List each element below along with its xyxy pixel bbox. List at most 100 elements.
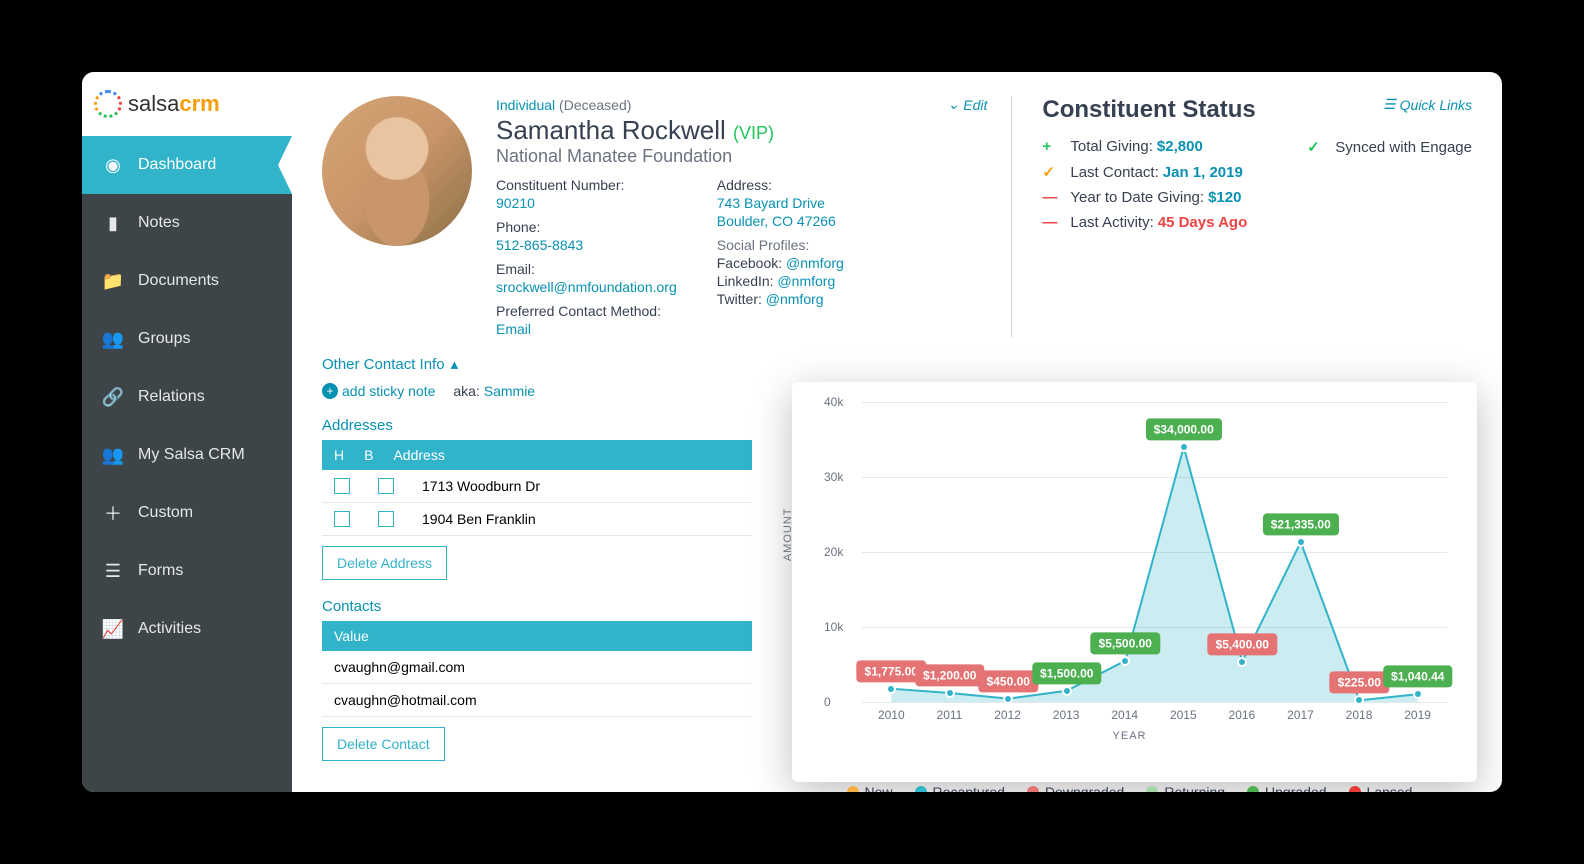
sidebar: salsacrm ◉Dashboard▮Notes📁Documents👥Grou… bbox=[82, 72, 292, 792]
legend-item[interactable]: Upgraded bbox=[1247, 784, 1327, 792]
y-tick: 10k bbox=[824, 620, 843, 634]
sidebar-item-groups[interactable]: 👥Groups bbox=[82, 310, 292, 368]
sidebar-item-relations[interactable]: 🔗Relations bbox=[82, 368, 292, 426]
sidebar-item-activities[interactable]: 📈Activities bbox=[82, 600, 292, 658]
main: ☰ Quick Links Individual (Deceased) ⌄ Ed… bbox=[292, 72, 1502, 792]
chart-legend: New Recaptured Downgraded Returning Upgraded… bbox=[812, 784, 1447, 792]
chart-label: $1,500.00 bbox=[1032, 662, 1101, 684]
logo-icon bbox=[94, 90, 122, 118]
legend-dot bbox=[915, 786, 927, 792]
legend-item[interactable]: Recaptured bbox=[915, 784, 1005, 792]
status-panel: Constituent Status +Total Giving:$2,800 … bbox=[1011, 96, 1472, 337]
chart-point[interactable] bbox=[1003, 694, 1013, 704]
checkbox[interactable] bbox=[334, 511, 350, 527]
group-icon: 👥 bbox=[102, 444, 124, 466]
legend-item[interactable]: Downgraded bbox=[1027, 784, 1124, 792]
edit-button[interactable]: ⌄ Edit bbox=[948, 96, 988, 113]
contacts-table: Value cvaughn@gmail.comcvaughn@hotmail.c… bbox=[322, 621, 752, 717]
quick-links-button[interactable]: ☰ Quick Links bbox=[1383, 96, 1472, 113]
legend-item[interactable]: New bbox=[847, 784, 893, 792]
chart-label: $5,500.00 bbox=[1091, 632, 1160, 654]
legend-dot bbox=[1349, 786, 1361, 792]
table-row: cvaughn@gmail.com bbox=[322, 651, 752, 684]
chart-point[interactable] bbox=[945, 688, 955, 698]
logo: salsacrm bbox=[82, 72, 292, 136]
chart-label: $1,040.44 bbox=[1383, 666, 1452, 688]
legend-item[interactable]: Returning bbox=[1146, 784, 1225, 792]
checkbox[interactable] bbox=[334, 478, 350, 494]
ytd-giving: —Year to Date Giving:$120 bbox=[1042, 189, 1247, 206]
checkbox[interactable] bbox=[378, 478, 394, 494]
address-line-1[interactable]: 743 Bayard Drive bbox=[717, 195, 844, 211]
chart-point[interactable] bbox=[1062, 686, 1072, 696]
table-row: cvaughn@hotmail.com bbox=[322, 684, 752, 717]
x-axis-label: YEAR bbox=[812, 730, 1447, 742]
addresses-table: H B Address 1713 Woodburn Dr1904 Ben Fra… bbox=[322, 440, 752, 536]
chart-point[interactable] bbox=[1237, 657, 1247, 667]
plus-circle-icon: + bbox=[322, 383, 338, 399]
twitter-link[interactable]: @nmforg bbox=[766, 291, 824, 307]
aka-value[interactable]: Sammie bbox=[484, 383, 535, 399]
chart-point[interactable] bbox=[1413, 689, 1423, 699]
avatar bbox=[322, 96, 472, 246]
constituent-number[interactable]: 90210 bbox=[496, 195, 677, 211]
nav-list: ◉Dashboard▮Notes📁Documents👥Groups🔗Relati… bbox=[82, 136, 292, 792]
contact-cell: cvaughn@gmail.com bbox=[334, 659, 465, 675]
addresses-header: H B Address bbox=[322, 440, 752, 470]
logo-text: salsacrm bbox=[128, 91, 220, 117]
pref-contact[interactable]: Email bbox=[496, 321, 677, 337]
address-line-2[interactable]: Boulder, CO 47266 bbox=[717, 213, 844, 229]
check-icon: ✓ bbox=[1042, 163, 1062, 181]
contact-col-1: Constituent Number: 90210 Phone: 512-865… bbox=[496, 177, 677, 337]
sidebar-item-forms[interactable]: ☰Forms bbox=[82, 542, 292, 600]
delete-contact-button[interactable]: Delete Contact bbox=[322, 727, 445, 761]
legend-item[interactable]: Lapsed bbox=[1349, 784, 1413, 792]
sidebar-item-my-salsa-crm[interactable]: 👥My Salsa CRM bbox=[82, 426, 292, 484]
contact-cell: cvaughn@hotmail.com bbox=[334, 692, 477, 708]
y-tick: 40k bbox=[824, 395, 843, 409]
x-axis: 2010201120122013201420152016201720182019 bbox=[862, 708, 1447, 722]
y-tick: 30k bbox=[824, 470, 843, 484]
notes-icon: ▮ bbox=[102, 212, 124, 234]
dashboard-icon: ◉ bbox=[102, 154, 124, 176]
delete-address-button[interactable]: Delete Address bbox=[322, 546, 447, 580]
link-icon: 🔗 bbox=[102, 386, 124, 408]
chevron-down-icon: ⌄ bbox=[948, 96, 960, 113]
chart-point[interactable] bbox=[1354, 695, 1364, 705]
total-giving: +Total Giving:$2,800 bbox=[1042, 138, 1247, 155]
chart-point[interactable] bbox=[886, 684, 896, 694]
phone-link[interactable]: 512-865-8843 bbox=[496, 237, 677, 253]
vip-badge: (VIP) bbox=[733, 123, 774, 143]
facebook-link[interactable]: @nmforg bbox=[786, 255, 844, 271]
table-row: 1713 Woodburn Dr bbox=[322, 470, 752, 503]
table-row: 1904 Ben Franklin bbox=[322, 503, 752, 536]
type-row: Individual (Deceased) ⌄ Edit bbox=[496, 96, 987, 113]
sidebar-item-documents[interactable]: 📁Documents bbox=[82, 252, 292, 310]
chart-point[interactable] bbox=[1179, 442, 1189, 452]
org-name: National Manatee Foundation bbox=[496, 146, 987, 167]
constituent-type: Individual bbox=[496, 97, 555, 113]
y-tick: 20k bbox=[824, 545, 843, 559]
sidebar-item-dashboard[interactable]: ◉Dashboard bbox=[82, 136, 292, 194]
linkedin-link[interactable]: @nmforg bbox=[777, 273, 835, 289]
chart-label: $1,200.00 bbox=[915, 664, 984, 686]
email-link[interactable]: srockwell@nmfoundation.org bbox=[496, 279, 677, 295]
chart-area: 010k20k30k40k$1,775.00$1,200.00$450.00$1… bbox=[862, 402, 1447, 702]
chart-icon: 📈 bbox=[102, 618, 124, 640]
x-tick: 2012 bbox=[994, 708, 1021, 722]
profile-info: Individual (Deceased) ⌄ Edit Samantha Ro… bbox=[496, 96, 987, 337]
plus-icon: ＋ bbox=[102, 502, 124, 524]
chart-point[interactable] bbox=[1296, 537, 1306, 547]
sidebar-item-notes[interactable]: ▮Notes bbox=[82, 194, 292, 252]
sidebar-item-custom[interactable]: ＋Custom bbox=[82, 484, 292, 542]
minus-icon: — bbox=[1042, 189, 1062, 206]
app-window: salsacrm ◉Dashboard▮Notes📁Documents👥Grou… bbox=[82, 72, 1502, 792]
checkbox[interactable] bbox=[378, 511, 394, 527]
other-contact-toggle[interactable]: Other Contact Info▴ bbox=[322, 355, 1472, 373]
add-sticky-button[interactable]: + add sticky note bbox=[322, 383, 435, 399]
group-icon: 👥 bbox=[102, 328, 124, 350]
chart-label: $5,400.00 bbox=[1208, 633, 1277, 655]
legend-dot bbox=[1027, 786, 1039, 792]
chart-point[interactable] bbox=[1120, 656, 1130, 666]
plus-icon: + bbox=[1042, 138, 1062, 155]
